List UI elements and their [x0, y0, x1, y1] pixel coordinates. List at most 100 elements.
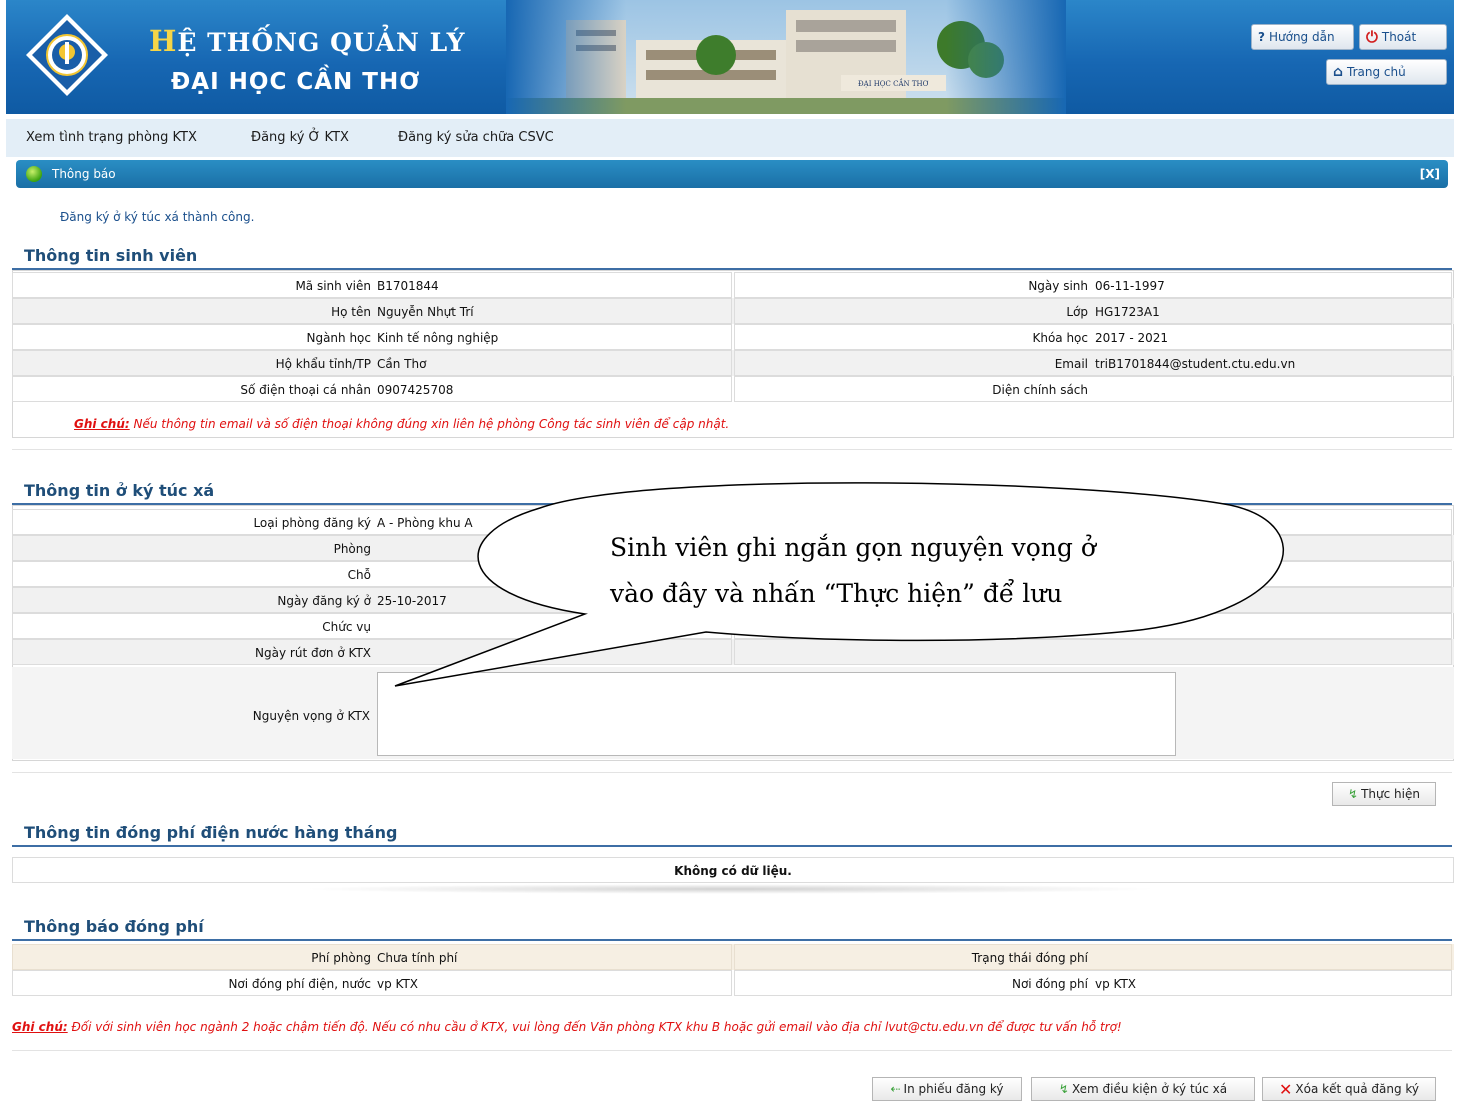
notice-close-button[interactable]: [X] [1420, 167, 1440, 181]
room-fee-value: Chưa tính phí [377, 951, 458, 965]
menu-item-room-status[interactable]: Xem tình trạng phòng KTX [26, 130, 197, 145]
menu-item-repair-request[interactable]: Đăng ký sửa chữa CSVC [398, 130, 554, 145]
globe-icon [26, 166, 42, 182]
field-label: Chỗ [347, 568, 371, 582]
field-label: Email [1054, 357, 1088, 371]
section-divider [12, 1050, 1452, 1051]
delete-registration-button[interactable]: ✕ Xóa kết quả đăng ký [1262, 1077, 1436, 1101]
fee-row: Nơi đóng phí điện, nước vp KTX Nơi đóng p… [12, 970, 1454, 996]
help-button[interactable]: ? Hướng dẫn [1251, 24, 1354, 50]
note-text: Đối với sinh viên học ngành 2 hoặc chậm … [67, 1020, 1122, 1034]
section-divider [12, 939, 1452, 941]
field-label: Ngày sinh [1028, 279, 1088, 293]
home-button[interactable]: ⌂ Trang chủ [1326, 59, 1447, 85]
field-label: Nơi đóng phí điện, nước [228, 977, 371, 991]
fee-row: Phí phòng Chưa tính phí Trạng thái đóng p… [12, 944, 1454, 970]
conditions-label: Xem điều kiện ở ký túc xá [1071, 1082, 1228, 1096]
fee-place-value: vp KTX [1095, 977, 1137, 991]
major-value: Kinh tế nông nghiệp [377, 331, 499, 345]
callout-line: vào đây và nhấn “Thực hiện” để lưu [610, 579, 1063, 608]
submit-label: Thực hiện [1361, 787, 1420, 801]
field-label: Ngày đăng ký ở [277, 594, 371, 608]
close-icon: ✕ [1278, 1079, 1293, 1099]
email-value: triB1701844@student.ctu.edu.vn [1095, 357, 1296, 371]
field-label: Phí phòng [311, 951, 371, 965]
field-label: Chức vụ [322, 620, 371, 634]
wish-label: Nguyện vọng ở KTX [252, 709, 370, 723]
class-value: HG1723A1 [1095, 305, 1160, 319]
field-label: Diện chính sách [992, 383, 1088, 397]
field-label: Họ tên [331, 305, 371, 319]
field-label: Lớp [1066, 305, 1088, 319]
svg-text:ĐẠI HỌC CẦN THƠ: ĐẠI HỌC CẦN THƠ [858, 78, 929, 88]
field-label: Phòng [333, 542, 371, 556]
student-info-title: Thông tin sinh viên [24, 246, 198, 265]
student-row: Họ tên Nguyễn Nhựt Trí Lớp HG1723A1 [12, 298, 1454, 324]
dorm-row: Ngày rút đơn ở KTX [12, 639, 1454, 665]
field-label: Khóa học [1032, 331, 1088, 345]
delete-label: Xóa kết quả đăng ký [1295, 1082, 1419, 1096]
help-label: Hướng dẫn [1268, 30, 1335, 44]
room-type-value: A - Phòng khu A [377, 516, 473, 530]
shadow-divider [300, 884, 1160, 894]
note-label: Ghi chú: [74, 417, 130, 431]
course-value: 2017 - 2021 [1095, 331, 1169, 345]
student-info-note: Ghi chú: Nếu thông tin email và số điện … [74, 417, 729, 431]
menu-item-register-dorm[interactable]: Đăng ký Ở KTX [251, 130, 349, 145]
monthly-fees-title: Thông tin đóng phí điện nước hàng tháng [24, 823, 398, 842]
university-logo [26, 14, 108, 96]
campus-photo: ĐẠI HỌC CẦN THƠ [506, 0, 1066, 114]
field-label: Hộ khẩu tỉnh/TP [275, 357, 371, 371]
field-label: Nơi đóng phí [1011, 977, 1088, 991]
utility-fee-place-value: vp KTX [377, 977, 419, 991]
main-menu: Xem tình trạng phòng KTX Đăng ký Ở KTX Đ… [6, 119, 1454, 157]
field-label: Số điện thoại cá nhân [240, 383, 371, 397]
home-icon: ⌂ [1333, 64, 1344, 80]
phone-value: 0907425708 [377, 383, 454, 397]
callout-text: Sinh viên ghi ngắn gọn nguyện vọng ở vào… [610, 525, 1210, 617]
system-title: HỆ THỐNG QUẢN LÝ [149, 24, 466, 58]
no-data-message: Không có dữ liệu. [12, 857, 1454, 883]
birth-date-value: 06-11-1997 [1095, 279, 1165, 293]
student-row: Mã sinh viên B1701844 Ngày sinh 06-11-1997 [12, 272, 1454, 298]
view-conditions-button[interactable]: ↯ Xem điều kiện ở ký túc xá [1031, 1077, 1255, 1101]
logout-button[interactable]: ⏻ Thoát [1359, 24, 1447, 50]
section-divider [12, 772, 1452, 773]
student-row: Ngành học Kinh tế nông nghiệp Khóa học 201… [12, 324, 1454, 350]
callout-line: Sinh viên ghi ngắn gọn nguyện vọng ở [610, 533, 1096, 562]
section-divider [12, 449, 1452, 450]
wish-textarea[interactable] [377, 672, 1176, 756]
dorm-info-title: Thông tin ở ký túc xá [24, 481, 215, 500]
section-divider [12, 845, 1452, 847]
student-id-value: B1701844 [377, 279, 439, 293]
student-row: Số điện thoại cá nhân 0907425708 Diện chí… [12, 376, 1454, 402]
fee-notice-title: Thông báo đóng phí [24, 917, 204, 936]
power-icon: ⏻ [1366, 28, 1378, 46]
notice-bar: Thông báo [X] [16, 160, 1448, 188]
print-form-button[interactable]: ⇠ In phiếu đăng ký [872, 1077, 1022, 1101]
home-label: Trang chủ [1347, 65, 1406, 79]
logout-label: Thoát [1381, 30, 1417, 44]
header-banner: HỆ THỐNG QUẢN LÝ ĐẠI HỌC CẦN THƠ ĐẠI HỌC… [6, 0, 1454, 114]
submit-button[interactable]: ↯ Thực hiện [1332, 782, 1436, 806]
print-label: In phiếu đăng ký [903, 1082, 1004, 1096]
document-icon: ↯ [1058, 1082, 1069, 1096]
university-name: ĐẠI HỌC CẦN THƠ [171, 69, 421, 95]
note-text: Nếu thông tin email và số điện thoại khô… [129, 417, 730, 431]
register-date-value: 25-10-2017 [377, 594, 447, 608]
print-icon: ⇠ [890, 1082, 901, 1096]
field-label: Ngày rút đơn ở KTX [255, 646, 371, 660]
field-label: Ngành học [306, 331, 371, 345]
notice-message: Đăng ký ở ký túc xá thành công. [60, 210, 255, 224]
footer-note: Ghi chú: Đối với sinh viên học ngành 2 h… [12, 1020, 1122, 1034]
field-label: Loại phòng đăng ký [253, 516, 371, 530]
field-label: Mã sinh viên [295, 279, 371, 293]
note-label: Ghi chú: [12, 1020, 68, 1034]
field-label: Trạng thái đóng phí [971, 951, 1088, 965]
hometown-value: Cần Thơ [377, 357, 427, 371]
notice-title: Thông báo [52, 167, 116, 181]
save-icon: ↯ [1348, 787, 1359, 801]
full-name-value: Nguyễn Nhựt Trí [377, 305, 474, 319]
student-row: Hộ khẩu tỉnh/TP Cần Thơ Email triB1701844@… [12, 350, 1454, 376]
question-icon: ? [1258, 30, 1265, 44]
